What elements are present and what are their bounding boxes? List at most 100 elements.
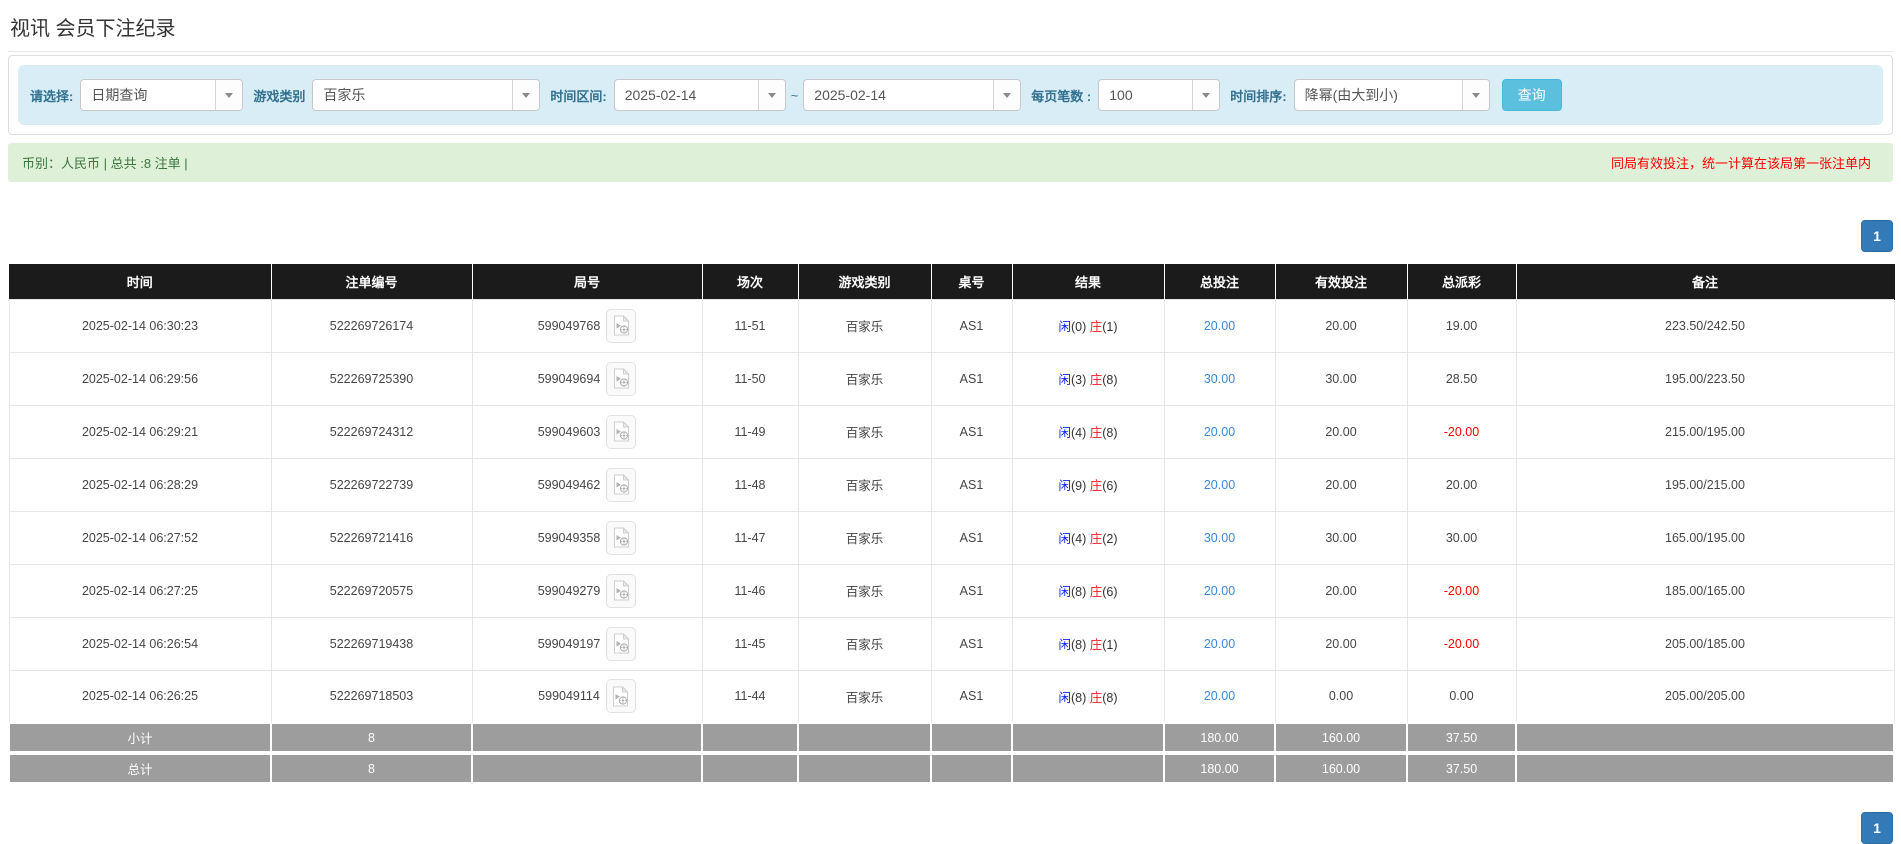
bet-id-cell: 522269718503 — [270, 669, 473, 724]
time-sort-select[interactable]: 降幂(由大到小) — [1293, 79, 1490, 111]
betting-records-table: 时间 注单编号 局号 场次 游戏类别 桌号 结果 总投注 有效投注 总派彩 备注… — [8, 264, 1895, 784]
search-button[interactable]: 查询 — [1501, 79, 1562, 111]
banker-count: (6) — [1102, 585, 1118, 599]
total-bet-link[interactable]: 30.00 — [1204, 531, 1235, 545]
video-replay-button[interactable] — [606, 467, 637, 502]
session-cell: 11-51 — [701, 298, 799, 353]
valid-bet-cell: 20.00 — [1274, 457, 1408, 512]
total-bet-link[interactable]: 20.00 — [1204, 319, 1235, 333]
col-bet-id: 注单编号 — [271, 264, 473, 299]
table-row: 2025-02-14 06:27:52 522269721416 5990493… — [8, 510, 1895, 565]
date-to-select[interactable]: 2025-02-14 — [803, 79, 1022, 111]
banker-label: 庄 — [1089, 585, 1103, 599]
page-size-select[interactable]: 100 — [1098, 79, 1221, 111]
game-type-label: 游戏类别 — [253, 88, 306, 104]
time-cell: 2025-02-14 06:27:52 — [8, 510, 272, 565]
query-type-value: 日期查询 — [91, 87, 148, 103]
empty-cell — [1515, 751, 1895, 784]
total-bet-cell: 20.00 — [1163, 404, 1276, 459]
table-row: 2025-02-14 06:26:25 522269718503 5990491… — [8, 669, 1895, 724]
remark-cell: 215.00/195.00 — [1515, 404, 1895, 459]
grand-total-total-bet: 180.00 — [1163, 751, 1276, 784]
session-cell: 11-49 — [701, 404, 799, 459]
banker-count: (8) — [1102, 426, 1118, 440]
result-cell: 闲(3) 庄(8) — [1011, 351, 1165, 406]
round-cell: 599049768 — [471, 298, 703, 353]
subtotal-valid-bet: 160.00 — [1274, 722, 1408, 754]
time-cell: 2025-02-14 06:29:56 — [8, 351, 272, 406]
grand-total-label: 总计 — [8, 751, 272, 784]
page-button-1[interactable]: 1 — [1861, 812, 1893, 844]
total-bet-link[interactable]: 20.00 — [1204, 584, 1235, 598]
banker-count: (2) — [1102, 532, 1118, 546]
video-replay-button[interactable] — [606, 573, 637, 608]
video-icon — [613, 315, 630, 336]
total-bet-link[interactable]: 30.00 — [1204, 372, 1235, 386]
empty-cell — [797, 751, 932, 784]
video-replay-button[interactable] — [606, 520, 637, 555]
page-button-1[interactable]: 1 — [1861, 220, 1893, 252]
total-bet-cell: 20.00 — [1163, 298, 1276, 353]
payout-cell: 20.00 — [1406, 457, 1517, 512]
total-bet-link[interactable]: 20.00 — [1204, 425, 1235, 439]
chevron-down-icon[interactable] — [1192, 80, 1220, 110]
total-bet-link[interactable]: 20.00 — [1204, 637, 1235, 651]
chevron-down-icon[interactable] — [757, 80, 785, 110]
empty-cell — [471, 751, 703, 784]
video-replay-button[interactable] — [606, 308, 637, 343]
total-bet-cell: 20.00 — [1163, 669, 1276, 724]
banker-label: 庄 — [1089, 320, 1103, 334]
total-bet-cell: 20.00 — [1163, 457, 1276, 512]
player-label: 闲 — [1058, 373, 1071, 387]
empty-cell — [471, 722, 703, 754]
video-replay-button[interactable] — [605, 679, 636, 714]
round-cell: 599049694 — [471, 351, 703, 406]
video-replay-button[interactable] — [606, 414, 637, 449]
date-to-value: 2025-02-14 — [814, 87, 886, 103]
banker-label: 庄 — [1089, 373, 1103, 387]
bet-id-cell: 522269726174 — [270, 298, 473, 353]
round-number: 599049694 — [537, 371, 601, 386]
chevron-down-icon[interactable] — [215, 80, 243, 110]
chevron-down-icon[interactable] — [1461, 80, 1489, 110]
bet-id-cell: 522269725390 — [270, 351, 473, 406]
total-bet-link[interactable]: 20.00 — [1204, 478, 1235, 492]
empty-cell — [1515, 722, 1895, 754]
remark-cell: 205.00/205.00 — [1515, 669, 1895, 724]
game-type-select[interactable]: 百家乐 — [312, 79, 541, 111]
chevron-down-icon[interactable] — [993, 80, 1021, 110]
game-type-value: 百家乐 — [323, 87, 366, 103]
player-count: (3) — [1070, 373, 1087, 387]
player-label: 闲 — [1058, 479, 1071, 493]
result-cell: 闲(8) 庄(1) — [1011, 616, 1165, 671]
table-row: 2025-02-14 06:26:54 522269719438 5990491… — [8, 616, 1895, 671]
round-number: 599049768 — [537, 318, 601, 333]
round-number: 599049279 — [537, 583, 601, 598]
round-number: 599049197 — [537, 636, 601, 651]
video-replay-button[interactable] — [606, 361, 637, 396]
player-count: (8) — [1070, 638, 1087, 652]
range-separator: ~ — [790, 87, 799, 103]
player-label: 闲 — [1058, 585, 1071, 599]
col-time: 时间 — [9, 264, 272, 299]
date-from-select[interactable]: 2025-02-14 — [613, 79, 786, 111]
total-bet-link[interactable]: 20.00 — [1204, 689, 1235, 703]
table-no-cell: AS1 — [930, 404, 1013, 459]
table-row: 2025-02-14 06:29:56 522269725390 5990496… — [8, 351, 1895, 406]
result-cell: 闲(0) 庄(1) — [1011, 298, 1165, 353]
video-replay-button[interactable] — [606, 626, 637, 661]
result-cell: 闲(8) 庄(8) — [1011, 669, 1165, 724]
query-type-select[interactable]: 日期查询 — [80, 79, 244, 111]
valid-bet-cell: 30.00 — [1274, 351, 1408, 406]
video-icon — [613, 421, 630, 442]
round-cell: 599049114 — [471, 669, 703, 724]
col-valid-bet: 有效投注 — [1275, 264, 1408, 299]
player-count: (8) — [1070, 690, 1087, 705]
round-cell: 599049358 — [471, 510, 703, 565]
remark-cell: 223.50/242.50 — [1515, 298, 1895, 353]
valid-bet-notice-text: 同局有效投注，统一计算在该局第一张注单内 — [1610, 156, 1871, 171]
chevron-down-icon[interactable] — [512, 80, 540, 110]
page-size-value: 100 — [1109, 87, 1133, 103]
grand-total-count: 8 — [270, 751, 473, 784]
subtotal-total-bet: 180.00 — [1163, 722, 1276, 754]
